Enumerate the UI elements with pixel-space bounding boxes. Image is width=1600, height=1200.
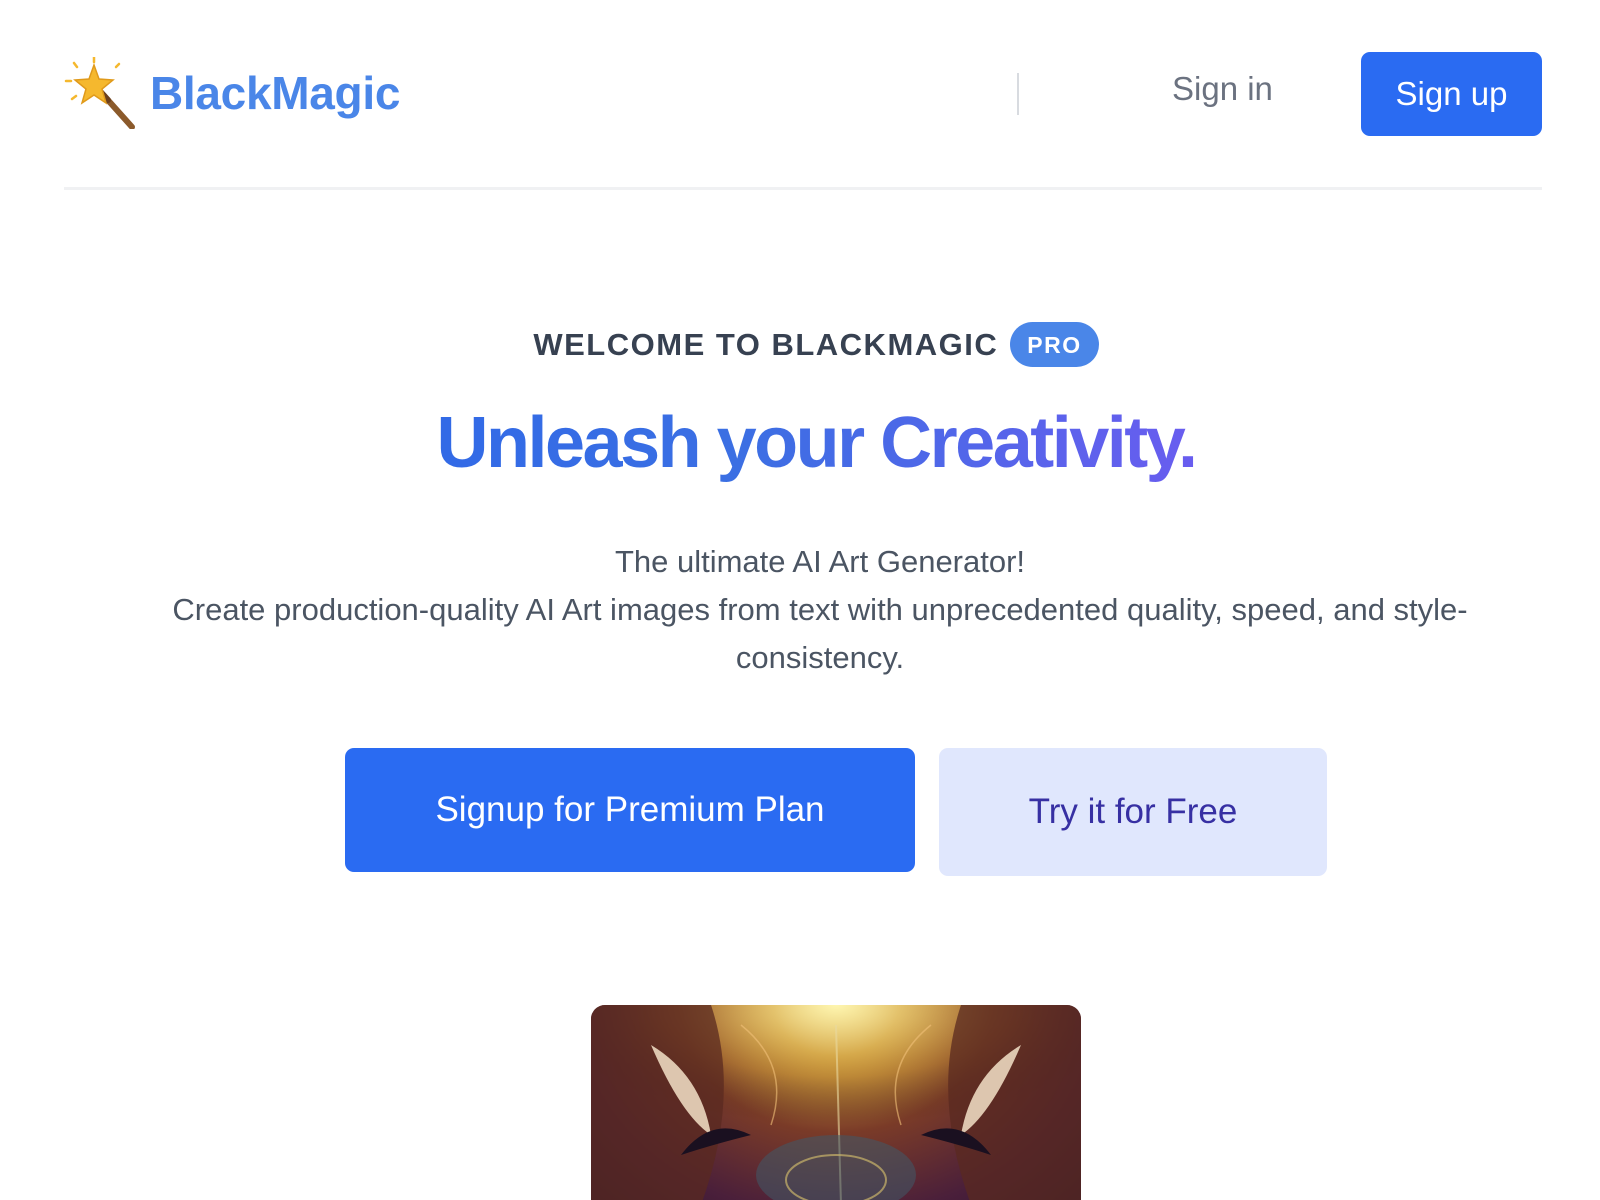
magic-wand-sparkle-icon [64,55,136,130]
hero-headline: Unleash your Creativity. [16,402,1600,484]
pro-badge: PRO [1010,322,1099,367]
hero-artwork-image [591,1005,1081,1200]
signup-premium-button[interactable]: Signup for Premium Plan [345,748,915,872]
hero-subtext: Create production-quality AI Art images … [172,592,1468,675]
sign-in-link[interactable]: Sign in [1172,70,1273,108]
header-divider [64,187,1542,190]
welcome-text: WELCOME TO BLACKMAGIC [533,326,999,362]
sign-up-button[interactable]: Sign up [1361,52,1542,136]
welcome-eyebrow: WELCOME TO BLACKMAGIC PRO [16,322,1600,367]
hero-description: The ultimate AI Art Generator! Create pr… [170,538,1470,682]
landing-page: BlackMagic Sign in Sign up WELCOME TO BL… [0,0,1600,1200]
brand-logo-link[interactable]: BlackMagic [64,55,401,130]
top-nav: BlackMagic Sign in Sign up [64,52,1542,136]
nav-divider [1017,73,1019,115]
try-free-button[interactable]: Try it for Free [939,748,1327,876]
brand-name: BlackMagic [150,67,401,119]
hero-tagline: The ultimate AI Art Generator! [614,544,1026,579]
